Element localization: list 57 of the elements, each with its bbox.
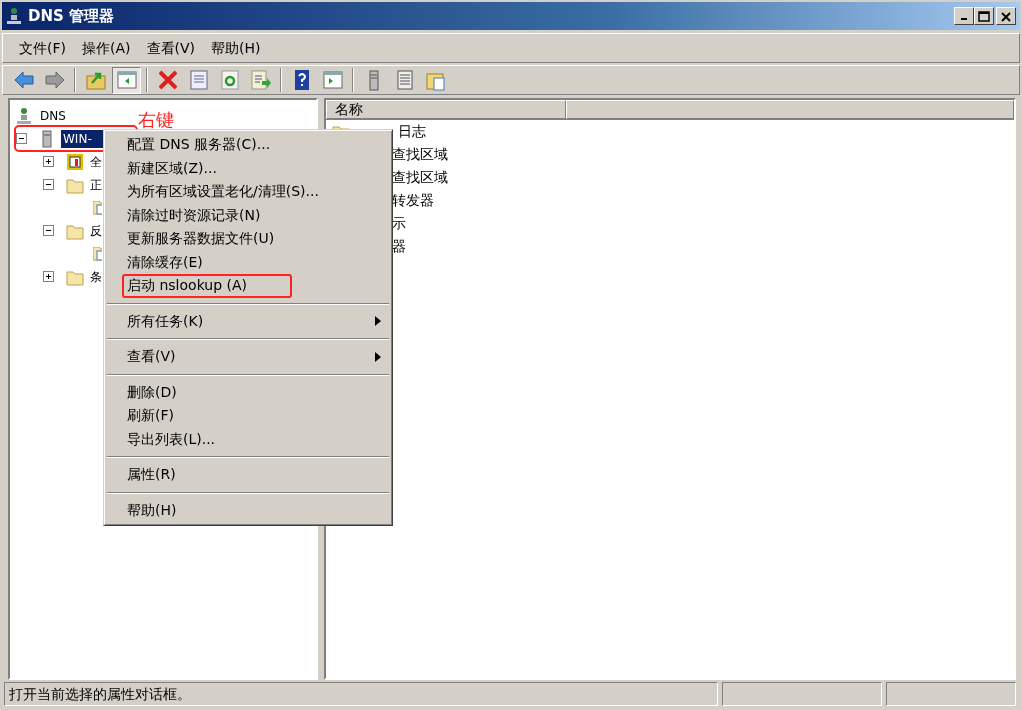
menu-item[interactable]: 为所有区域设置老化/清理(S)... <box>107 180 389 204</box>
minimize-icon <box>961 18 967 20</box>
window-icon <box>321 69 344 91</box>
refresh-icon <box>218 69 241 91</box>
list-item[interactable]: 查找区域 <box>392 144 448 165</box>
menu-item[interactable]: 清除过时资源记录(N) <box>107 203 389 227</box>
delete-icon <box>156 69 179 91</box>
document-icon <box>187 69 210 91</box>
toolbar-button[interactable] <box>112 66 141 94</box>
menu-item[interactable]: 查看(V) <box>107 345 389 369</box>
status-text: 打开当前选择的属性对话框。 <box>4 682 718 706</box>
menu-item[interactable]: 文件(F) <box>11 37 74 59</box>
menu-item[interactable]: 帮助(H) <box>203 37 269 59</box>
close-icon <box>999 9 1013 23</box>
tree-item[interactable]: DNS <box>38 106 68 125</box>
collapse-toggle[interactable] <box>43 225 54 236</box>
collapse-toggle[interactable] <box>43 179 54 190</box>
maximize-button[interactable] <box>974 7 994 25</box>
menu-item[interactable]: 刷新(F) <box>107 404 389 428</box>
list-item[interactable]: 转发器 <box>392 190 434 211</box>
window-title: DNS 管理器 <box>28 5 115 27</box>
log-icon <box>66 152 84 171</box>
menu-item[interactable]: 操作(A) <box>74 37 139 59</box>
expand-toggle[interactable] <box>43 271 54 282</box>
submenu-arrow-icon <box>375 351 381 362</box>
annotation-label: 右键 <box>138 108 174 132</box>
menu-item[interactable]: 启动 nslookup (A) <box>122 274 292 298</box>
tree-pane-icon <box>115 69 138 91</box>
menu-item[interactable]: 查看(V) <box>138 37 203 59</box>
menu-item[interactable]: 更新服务器数据文件(U) <box>107 227 389 251</box>
menu-item[interactable]: 所有任务(K) <box>107 309 389 333</box>
dns-server-icon <box>16 106 34 125</box>
expand-toggle[interactable] <box>43 156 54 167</box>
submenu-arrow-icon <box>375 316 381 327</box>
tree-item[interactable]: 正 <box>88 175 104 194</box>
dns-server-icon <box>6 7 22 26</box>
back-arrow-icon <box>12 69 35 91</box>
maximize-icon <box>977 9 991 23</box>
menu-item[interactable]: 属性(R) <box>107 463 389 487</box>
list-item[interactable]: 查找区域 <box>392 167 448 188</box>
menu-item[interactable]: 清除缓存(E) <box>107 250 389 274</box>
minimize-button[interactable] <box>954 7 974 25</box>
tree-item[interactable]: 全 <box>88 152 104 171</box>
menu-item[interactable]: 删除(D) <box>107 380 389 404</box>
menu-item[interactable]: 帮助(H) <box>107 498 389 522</box>
close-button[interactable] <box>996 7 1016 25</box>
column-header[interactable]: 名称 <box>326 100 566 119</box>
collapse-toggle[interactable] <box>16 133 27 144</box>
menu-item[interactable]: 新建区域(Z)... <box>107 156 389 180</box>
list-item[interactable]: 器 <box>392 236 406 257</box>
menu-item[interactable]: 导出列表(L)... <box>107 427 389 451</box>
forward-arrow-icon <box>43 69 66 91</box>
list-item[interactable]: 示 <box>392 213 406 234</box>
export-icon <box>249 69 272 91</box>
list-item[interactable]: 日志 <box>398 121 426 142</box>
tree-item[interactable]: 反 <box>88 221 104 240</box>
tree-item[interactable]: 条 <box>88 267 104 286</box>
